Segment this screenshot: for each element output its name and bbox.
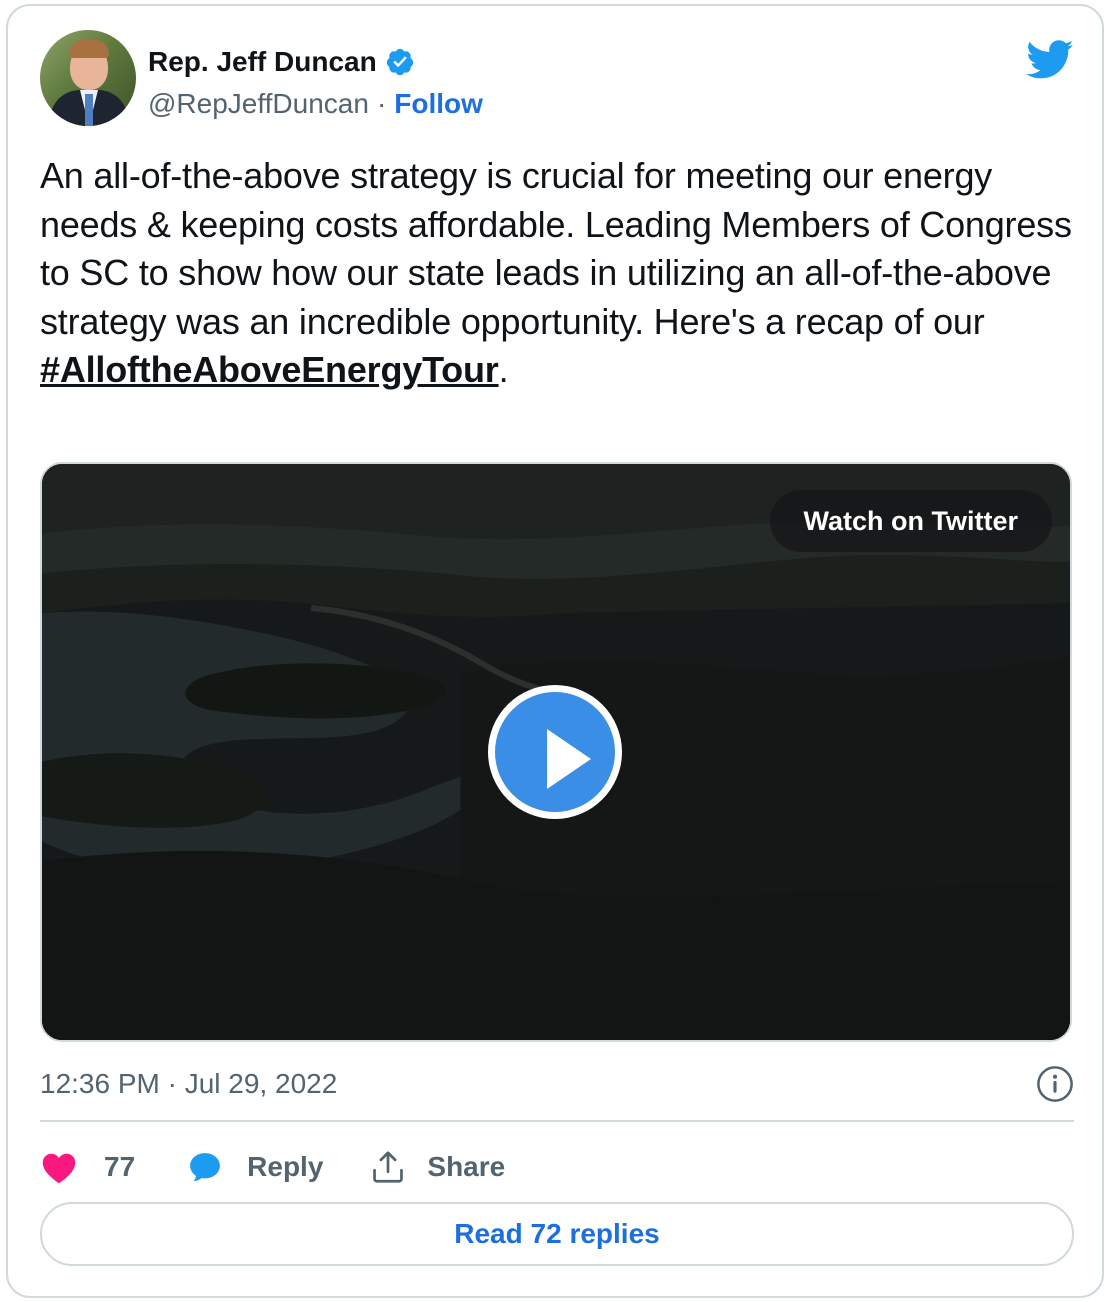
tweet-header: Rep. Jeff Duncan @RepJeffDuncan · Follow	[40, 30, 1074, 130]
tweet-timestamp[interactable]: 12:36 PM · Jul 29, 2022	[40, 1068, 337, 1100]
watch-on-twitter-button[interactable]: Watch on Twitter	[769, 490, 1052, 552]
author-handle-row: @RepJeffDuncan · Follow	[148, 86, 483, 122]
verified-badge-icon	[385, 47, 415, 77]
share-button[interactable]: Share	[369, 1148, 505, 1186]
tweet-card: Rep. Jeff Duncan @RepJeffDuncan · Follow…	[6, 4, 1104, 1298]
tweet-body: An all-of-the-above strategy is crucial …	[40, 155, 1072, 342]
separator-dot: ·	[376, 88, 387, 119]
timestamp-row: 12:36 PM · Jul 29, 2022	[40, 1064, 1074, 1104]
share-label: Share	[427, 1151, 506, 1182]
play-icon	[495, 692, 615, 812]
follow-button[interactable]: Follow	[394, 88, 483, 120]
divider	[40, 1120, 1074, 1122]
reply-button[interactable]: Reply	[187, 1150, 323, 1184]
reply-bubble-icon	[190, 1153, 221, 1182]
hashtag-link[interactable]: #AlloftheAboveEnergyTour	[40, 349, 499, 390]
heart-icon	[40, 1150, 78, 1184]
reply-label: Reply	[247, 1151, 324, 1182]
read-replies-button[interactable]: Read 72 replies	[40, 1202, 1074, 1266]
author-handle[interactable]: @RepJeffDuncan	[148, 88, 369, 120]
video-player[interactable]: Watch on Twitter	[40, 462, 1072, 1042]
like-count: 77	[104, 1151, 136, 1182]
tweet-actions: 77 Reply Share	[40, 1142, 505, 1192]
author-display-name[interactable]: Rep. Jeff Duncan	[148, 46, 377, 78]
author-avatar[interactable]	[40, 30, 136, 126]
tweet-text: An all-of-the-above strategy is crucial …	[40, 152, 1080, 395]
author-name-row: Rep. Jeff Duncan	[148, 44, 415, 80]
share-icon	[373, 1151, 404, 1183]
tweet-trailing: .	[498, 349, 509, 390]
twitter-bird-icon[interactable]	[1026, 40, 1074, 80]
like-button[interactable]: 77	[40, 1150, 135, 1184]
info-icon[interactable]	[1036, 1065, 1074, 1103]
play-button[interactable]	[488, 685, 622, 819]
